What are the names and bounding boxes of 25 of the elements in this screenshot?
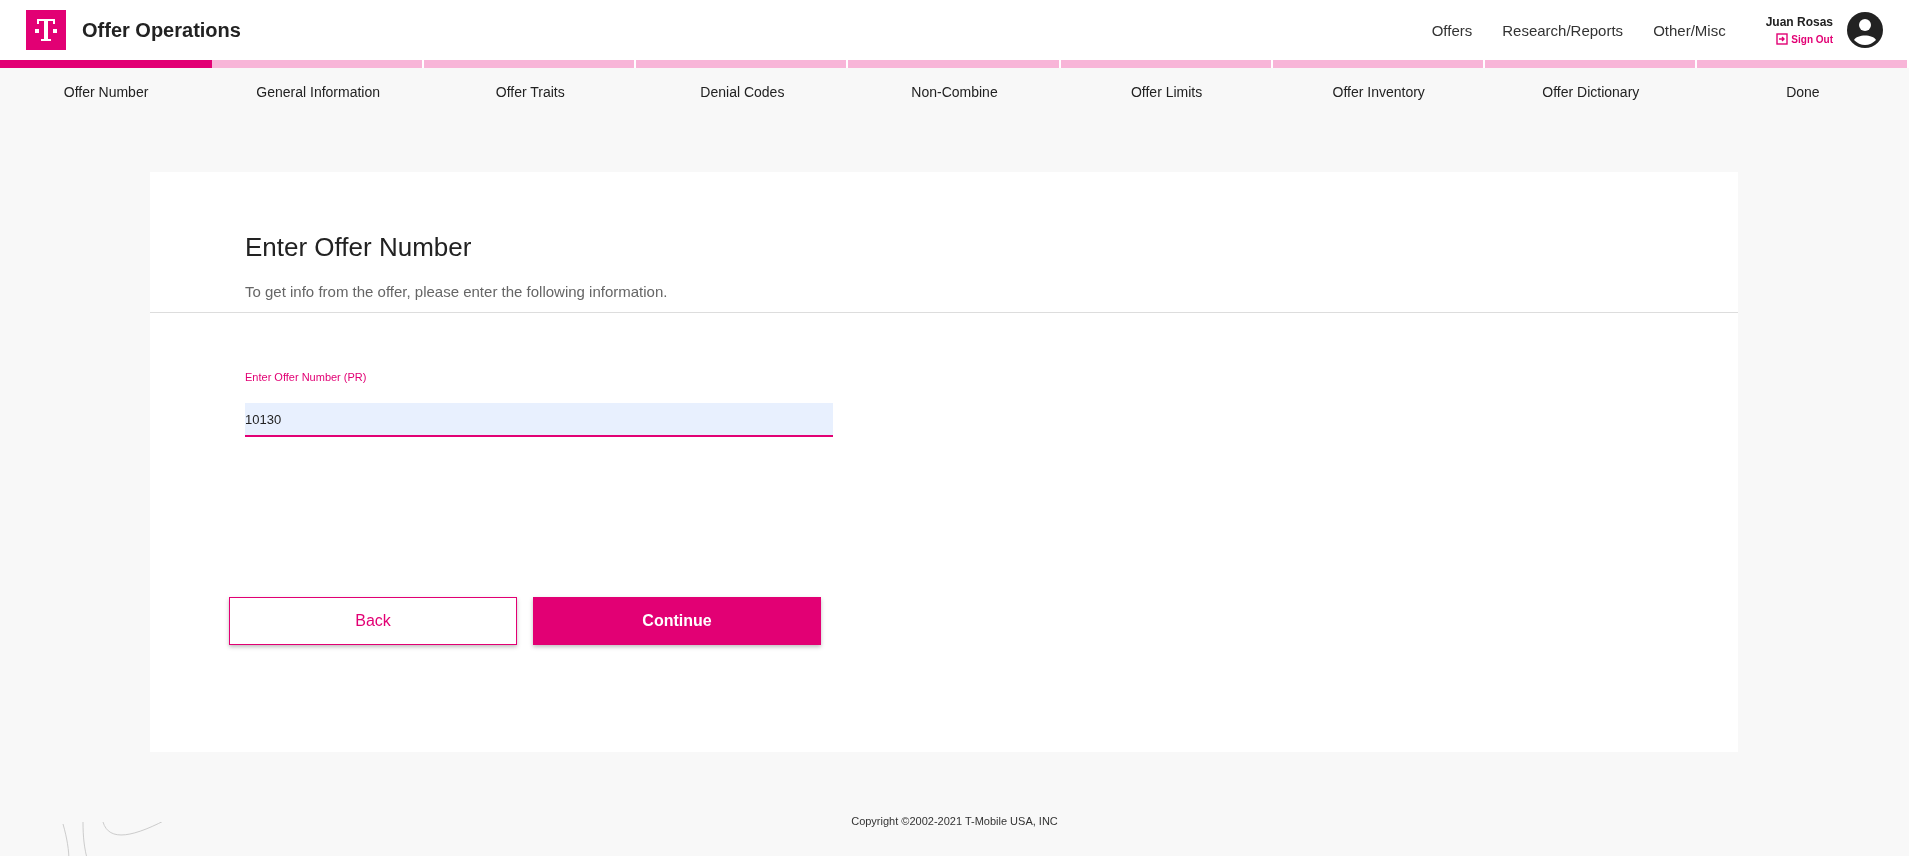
copyright-text: Copyright ©2002-2021 T-Mobile USA, INC: [851, 815, 1058, 827]
step-label[interactable]: Offer Traits: [495, 68, 565, 122]
nav-link[interactable]: Research/Reports: [1502, 21, 1624, 39]
step-label[interactable]: Offer Inventory: [1332, 68, 1425, 122]
step-label[interactable]: Non-Combine: [911, 68, 998, 122]
step-label[interactable]: Offer Dictionary: [1542, 68, 1640, 122]
offer-number-field[interactable]: 10130: [245, 403, 833, 437]
app-title: Offer Operations: [82, 18, 241, 42]
sign-out-icon: [1776, 33, 1789, 45]
avatar-icon[interactable]: [1847, 12, 1883, 48]
step-label[interactable]: Offer Number: [63, 68, 149, 122]
nav-link[interactable]: Offers: [1431, 21, 1473, 39]
back-button[interactable]: Back: [229, 597, 517, 645]
step-label[interactable]: Denial Codes: [700, 68, 785, 122]
step-label[interactable]: General Information: [256, 68, 381, 122]
card-title: Enter Offer Number: [245, 232, 473, 263]
step-label[interactable]: Offer Limits: [1130, 68, 1203, 122]
sign-out-link[interactable]: Sign Out: [1776, 33, 1833, 45]
card-subtitle: To get info from the offer, please enter the following information.: [245, 283, 669, 300]
user-name: Juan Rosas: [1765, 15, 1833, 29]
continue-button[interactable]: Continue: [533, 597, 821, 645]
step-label[interactable]: Done: [1786, 68, 1820, 122]
nav-link[interactable]: Other/Misc: [1653, 21, 1726, 39]
field-label: Enter Offer Number (PR): [245, 371, 368, 383]
logo-icon: [26, 10, 66, 50]
